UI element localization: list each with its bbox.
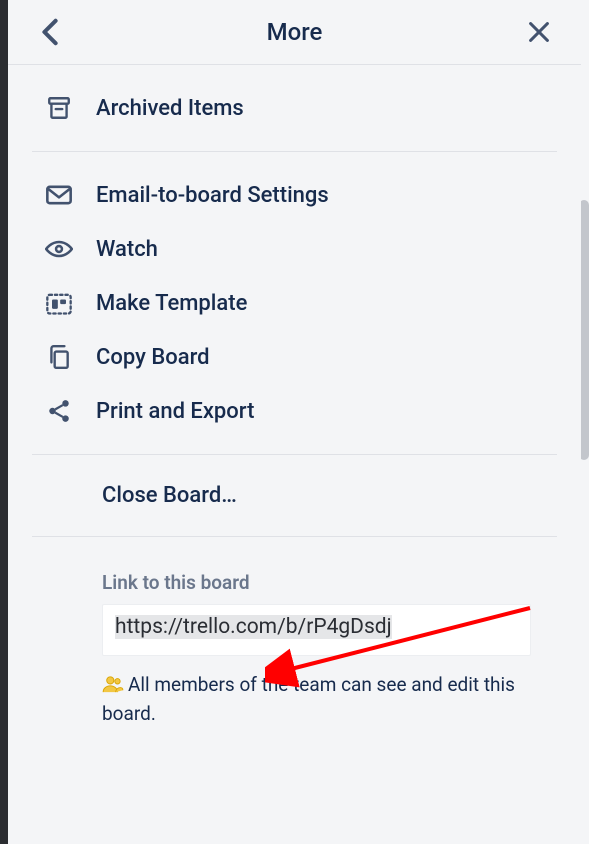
people-icon [102,674,124,701]
email-settings-item[interactable]: Email-to-board Settings [8,168,581,222]
panel-header: More [8,0,581,65]
partial-item-above [44,65,557,79]
close-icon [527,20,551,44]
link-visibility-note: All members of the team can see and edit… [102,672,531,727]
watch-item[interactable]: Watch [8,222,581,276]
divider [32,454,557,455]
print-export-label: Print and Export [96,399,254,424]
board-link-text: https://trello.com/b/rP4gDsdj [115,615,392,639]
make-template-item[interactable]: Make Template [8,276,581,330]
close-panel-button[interactable] [521,14,557,50]
divider [32,536,557,537]
eye-icon [44,234,74,264]
template-icon [44,288,74,318]
back-button[interactable] [32,14,68,50]
copy-board-label: Copy Board [96,345,210,370]
copy-board-item[interactable]: Copy Board [8,330,581,384]
chevron-left-icon [41,18,59,46]
close-board-label: Close Board… [102,483,237,508]
link-section: Link to this board https://trello.com/b/… [8,553,581,727]
divider [32,151,557,152]
more-menu-panel: More Archived Items [8,0,581,844]
mail-icon [44,180,74,210]
close-board-item[interactable]: Close Board… [8,471,581,520]
panel-title: More [68,18,521,46]
board-link-input[interactable]: https://trello.com/b/rP4gDsdj [102,604,531,656]
link-label: Link to this board [102,571,531,594]
watch-label: Watch [96,237,158,262]
make-template-label: Make Template [96,291,247,316]
archived-items-label: Archived Items [96,96,244,121]
window-edge [0,0,8,844]
archive-icon [44,93,74,123]
copy-icon [44,342,74,372]
link-note-text: All members of the team can see and edit… [102,673,515,725]
print-export-item[interactable]: Print and Export [8,384,581,438]
panel-content: Archived Items Email-to-board Settings W… [8,65,581,844]
email-settings-label: Email-to-board Settings [96,183,329,208]
share-icon [44,396,74,426]
archived-items-item[interactable]: Archived Items [8,81,581,135]
